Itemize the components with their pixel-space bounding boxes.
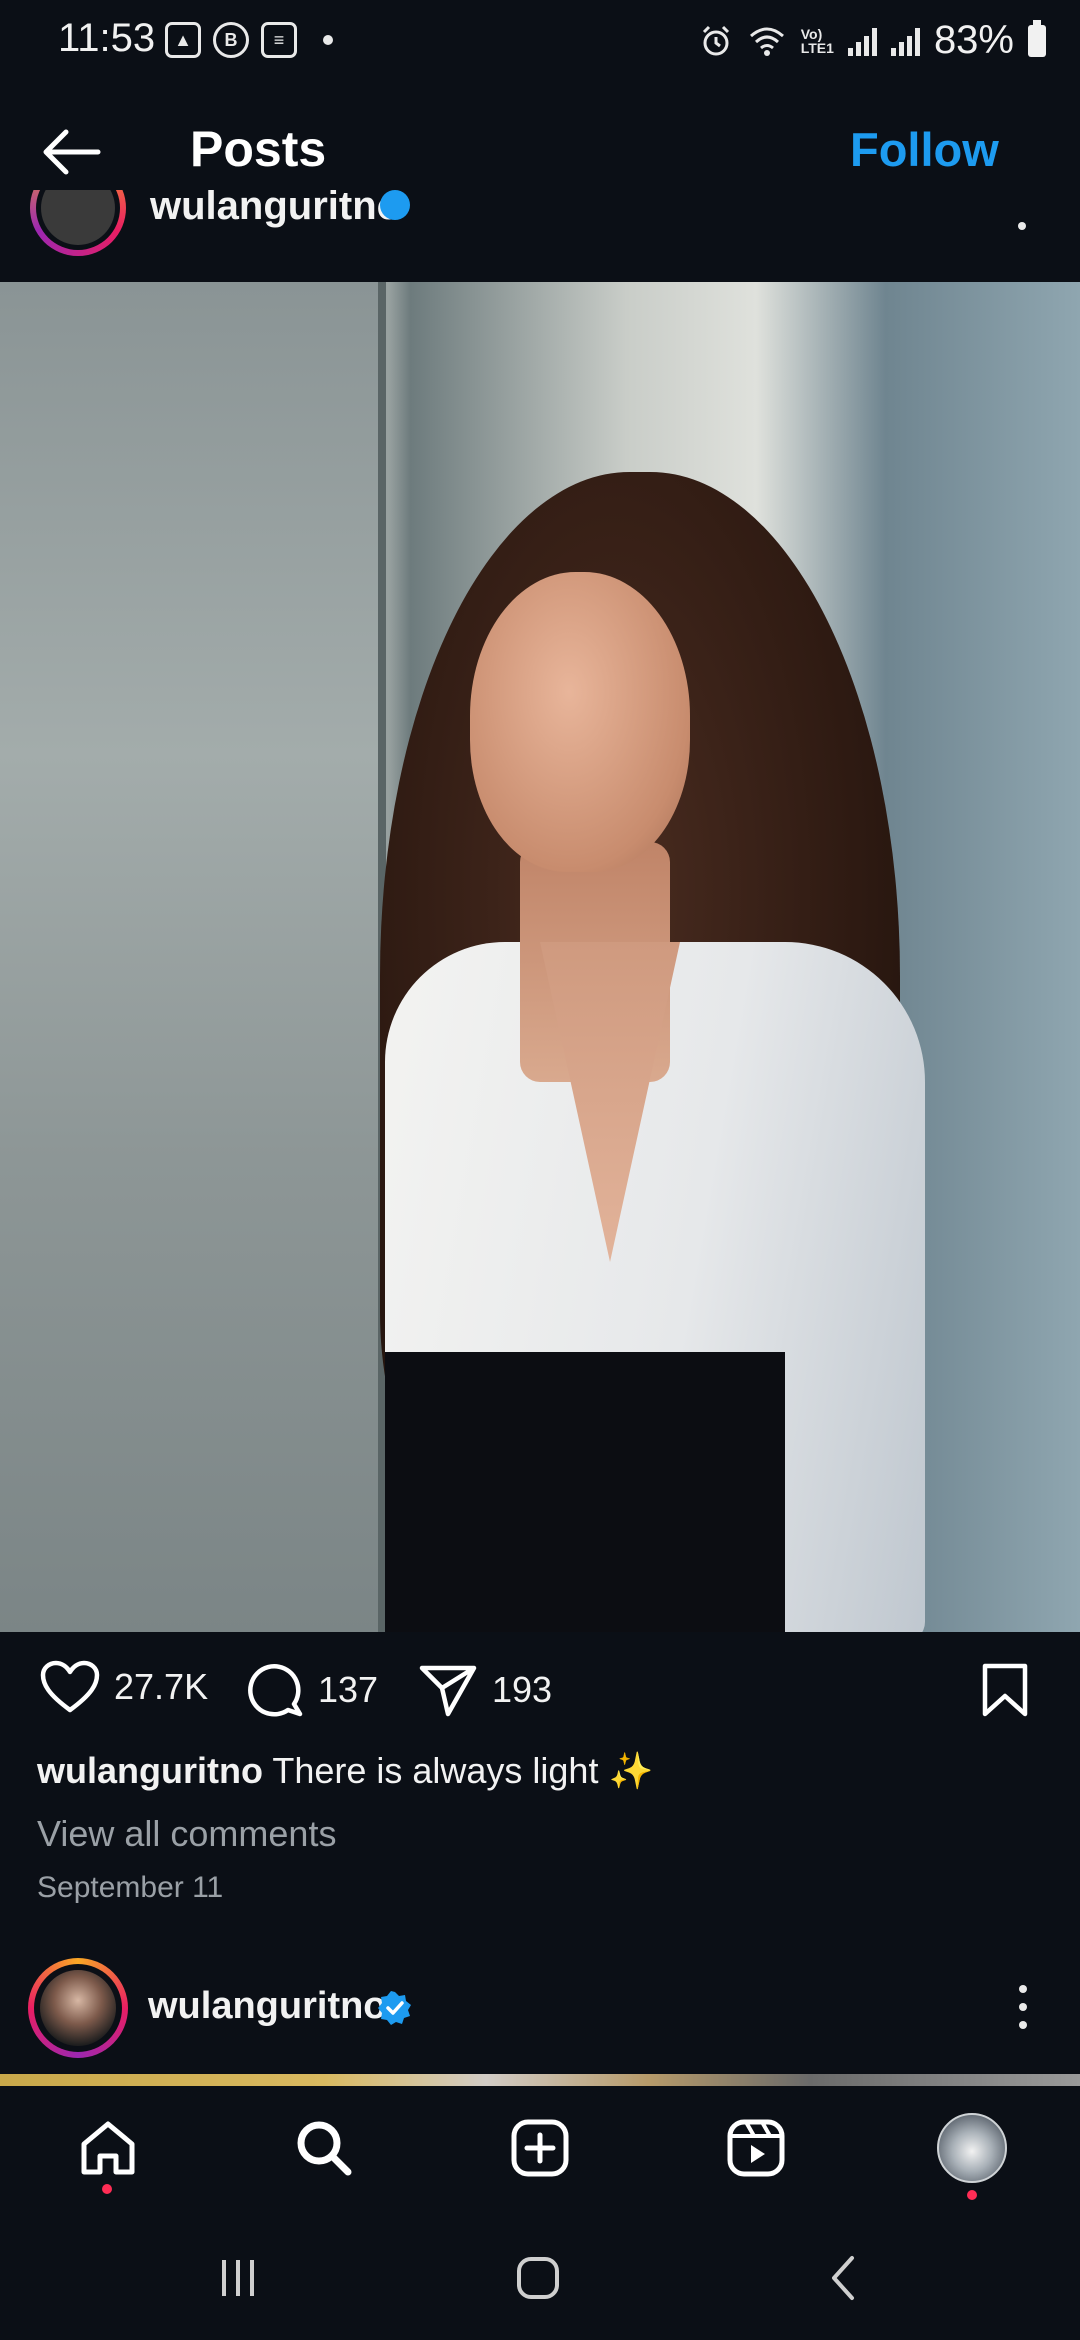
nav-home[interactable]	[72, 2112, 144, 2184]
nav-search[interactable]	[288, 2112, 360, 2184]
post-photo[interactable]	[0, 282, 1080, 1632]
avatar[interactable]	[30, 190, 126, 256]
home-notification-dot	[102, 2184, 112, 2194]
home-icon	[81, 2121, 135, 2175]
signal-1-icon	[847, 26, 877, 56]
comment-button[interactable]: 137	[244, 1662, 378, 1718]
share-button[interactable]: 193	[418, 1662, 552, 1718]
caption-username[interactable]: wulanguritno	[37, 1750, 263, 1791]
paper-plane-icon	[419, 1665, 477, 1717]
back-button[interactable]	[36, 124, 108, 180]
bookmark-icon	[982, 1663, 1028, 1717]
recent-apps-icon	[222, 2260, 254, 2296]
home-square-icon	[517, 2257, 559, 2299]
signal-2-icon	[890, 26, 920, 56]
battery-percent: 83%	[933, 18, 1014, 62]
next-post-avatar[interactable]	[28, 1958, 128, 2058]
heart-icon	[40, 1660, 100, 1713]
view-all-comments-link[interactable]: View all comments	[37, 1813, 336, 1855]
verified-badge-icon	[380, 190, 410, 220]
add-post-icon	[511, 2119, 569, 2177]
next-post-photo-preview[interactable]	[0, 2074, 1080, 2086]
status-notification-icons: ▲ B ≡	[165, 22, 333, 58]
like-count: 27.7K	[114, 1666, 209, 1707]
home-system-button[interactable]	[510, 2250, 566, 2306]
reels-icon	[727, 2119, 785, 2177]
id-card-icon: ≡	[261, 22, 297, 58]
comment-count: 137	[318, 1669, 379, 1710]
more-dot	[1019, 2003, 1027, 2011]
more-dot	[1019, 2021, 1027, 2029]
post-date: September 11	[37, 1871, 224, 1904]
verified-badge-icon	[378, 1991, 411, 2025]
more-notifications-icon	[323, 35, 333, 45]
more-dot	[1019, 1985, 1027, 1993]
more-options-icon[interactable]	[1018, 222, 1026, 230]
page-title: Posts	[190, 121, 327, 177]
status-time: 11:53	[58, 16, 156, 60]
recent-apps-button[interactable]	[210, 2250, 266, 2306]
more-options-button[interactable]	[1010, 1985, 1036, 2029]
profile-avatar	[937, 2113, 1007, 2183]
next-post-username[interactable]: wulanguritno	[148, 1985, 387, 2028]
nav-reels[interactable]	[720, 2112, 792, 2184]
like-button[interactable]: 27.7K	[40, 1660, 208, 1714]
share-count: 193	[492, 1669, 553, 1710]
post-username[interactable]: wulanguritno	[150, 190, 401, 229]
follow-button[interactable]: Follow	[850, 122, 999, 177]
nav-create[interactable]	[504, 2112, 576, 2184]
comment-bubble-icon	[248, 1664, 303, 1717]
gallery-icon: ▲	[165, 22, 201, 58]
post-header-partial: wulanguritno	[0, 190, 1080, 282]
search-icon	[297, 2121, 352, 2176]
chevron-left-icon	[832, 2256, 854, 2300]
wifi-icon	[749, 27, 784, 56]
post-caption: wulanguritno There is always light ✨	[37, 1750, 653, 1792]
profile-notification-dot	[967, 2190, 977, 2200]
alarm-icon	[702, 25, 729, 55]
back-system-button[interactable]	[816, 2250, 872, 2306]
b-app-icon: B	[213, 22, 249, 58]
caption-text: There is always light ✨	[272, 1750, 654, 1791]
save-button[interactable]	[980, 1662, 1030, 1718]
status-right-icons: Vo) LTE1 83%	[699, 18, 1046, 63]
nav-profile[interactable]	[936, 2112, 1008, 2184]
battery-icon	[1028, 19, 1046, 57]
arrow-left-icon	[43, 129, 101, 175]
lte-indicator: Vo) LTE1	[800, 25, 834, 56]
